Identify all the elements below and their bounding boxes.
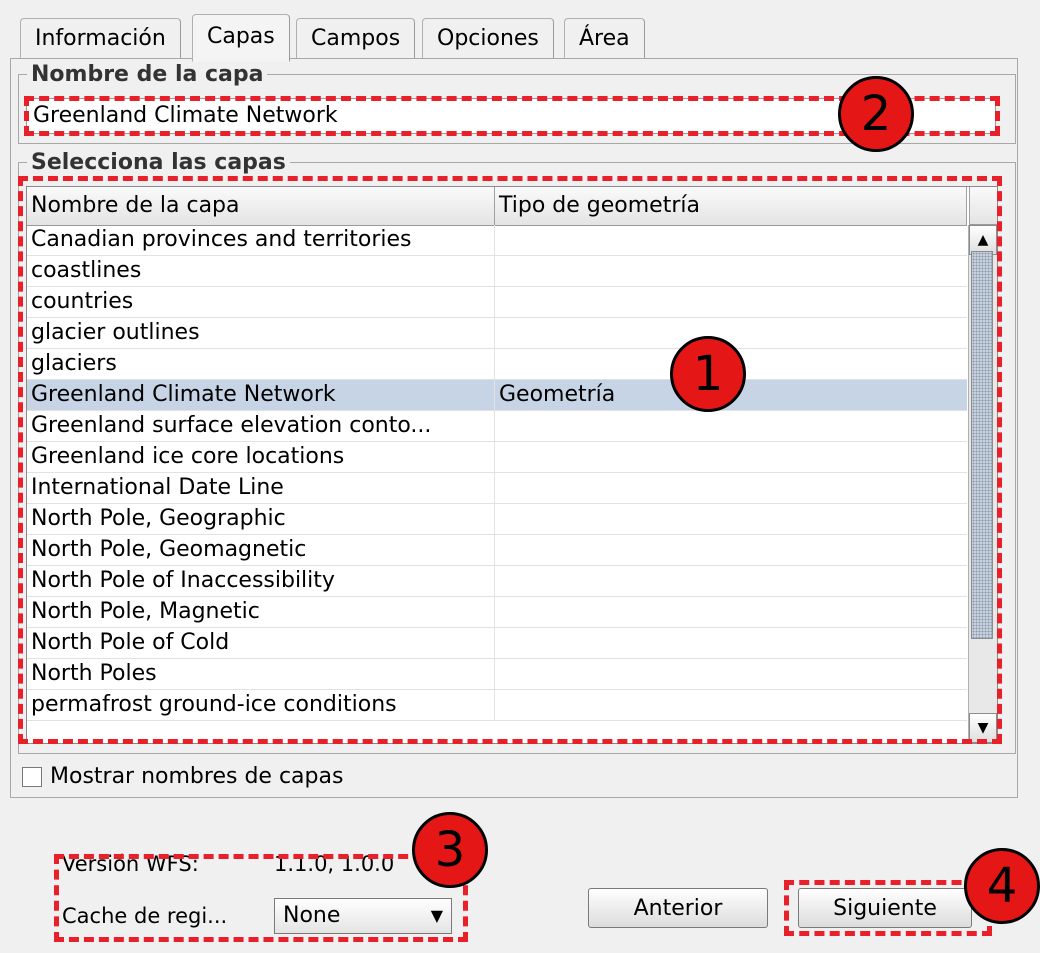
tab-capas[interactable]: Capas	[192, 14, 290, 62]
cell-layer-name: coastlines	[27, 256, 495, 286]
cell-layer-name: North Pole, Geographic	[27, 504, 495, 534]
cell-geometry-type	[495, 287, 967, 317]
table-row[interactable]: North Pole, Geographic	[27, 504, 967, 535]
table-row[interactable]: Greenland ice core locations	[27, 442, 967, 473]
table-row[interactable]: coastlines	[27, 256, 967, 287]
layers-table: Nombre de la capa Tipo de geometría Cana…	[26, 186, 998, 744]
callout-4: 4	[964, 848, 1040, 924]
wfs-version-value: 1.1.0, 1.0.0	[274, 852, 395, 876]
vertical-scrollbar[interactable]: ▲ ▼	[968, 225, 997, 743]
cell-layer-name: North Pole, Magnetic	[27, 597, 495, 627]
cell-layer-name: permafrost ground-ice conditions	[27, 690, 495, 720]
previous-button[interactable]: Anterior	[588, 888, 768, 928]
table-row[interactable]: permafrost ground-ice conditions	[27, 690, 967, 721]
tab-area[interactable]: Área	[564, 18, 645, 59]
table-row[interactable]: North Poles	[27, 659, 967, 690]
table-header: Nombre de la capa Tipo de geometría	[27, 187, 967, 226]
cell-layer-name: International Date Line	[27, 473, 495, 503]
cache-selected-value: None	[283, 903, 341, 928]
cell-geometry-type	[495, 535, 967, 565]
layer-name-legend: Nombre de la capa	[31, 62, 264, 87]
cell-layer-name: North Pole, Geomagnetic	[27, 535, 495, 565]
cell-layer-name: Greenland ice core locations	[27, 442, 495, 472]
column-header-layer-name[interactable]: Nombre de la capa	[27, 187, 495, 225]
cell-geometry-type	[495, 597, 967, 627]
cell-layer-name: Greenland Climate Network	[27, 380, 495, 410]
cell-geometry-type	[495, 690, 967, 720]
table-row[interactable]: North Pole of Cold	[27, 628, 967, 659]
cell-geometry-type	[495, 442, 967, 472]
cell-geometry-type	[495, 566, 967, 596]
cell-layer-name: North Poles	[27, 659, 495, 689]
cell-geometry-type	[495, 225, 967, 255]
cell-geometry-type	[495, 628, 967, 658]
show-layer-names-checkbox[interactable]	[22, 767, 42, 787]
table-row[interactable]: Greenland surface elevation conto...	[27, 411, 967, 442]
table-row[interactable]: North Pole, Magnetic	[27, 597, 967, 628]
cell-geometry-type	[495, 473, 967, 503]
column-header-geometry-type[interactable]: Tipo de geometría	[495, 187, 967, 225]
callout-1: 1	[670, 336, 746, 412]
show-layer-names-row[interactable]: Mostrar nombres de capas	[22, 762, 343, 792]
show-layer-names-label: Mostrar nombres de capas	[50, 764, 344, 789]
table-row[interactable]: North Pole of Inaccessibility	[27, 566, 967, 597]
cell-layer-name: Canadian provinces and territories	[27, 225, 495, 255]
tab-campos[interactable]: Campos	[296, 18, 416, 59]
wfs-version-label: Versión WFS:	[62, 852, 199, 876]
cache-label: Cache de regi...	[62, 904, 228, 928]
tab-bar: Información Capas Campos Opciones Área	[10, 14, 1020, 62]
cell-layer-name: North Pole of Inaccessibility	[27, 566, 495, 596]
tab-informacion[interactable]: Información	[20, 18, 181, 59]
cache-select[interactable]: None ▼	[274, 898, 452, 934]
table-header-corner	[969, 187, 997, 225]
cell-geometry-type	[495, 659, 967, 689]
cell-geometry-type	[495, 256, 967, 286]
callout-3: 3	[412, 812, 488, 888]
cell-layer-name: glaciers	[27, 349, 495, 379]
table-row[interactable]: glacier outlines	[27, 318, 967, 349]
table-row[interactable]: Canadian provinces and territories	[27, 225, 967, 256]
table-row[interactable]: glaciers	[27, 349, 967, 380]
table-row[interactable]: Greenland Climate Network Geometría	[27, 380, 967, 411]
tab-opciones[interactable]: Opciones	[422, 18, 554, 59]
chevron-down-icon: ▼	[430, 906, 443, 925]
cell-layer-name: countries	[27, 287, 495, 317]
scroll-thumb[interactable]	[971, 251, 993, 639]
cell-geometry-type	[495, 411, 967, 441]
scroll-down-icon[interactable]: ▼	[969, 713, 997, 743]
next-button[interactable]: Siguiente	[798, 888, 972, 928]
table-row[interactable]: North Pole, Geomagnetic	[27, 535, 967, 566]
select-layers-legend: Selecciona las capas	[31, 150, 286, 175]
cell-layer-name: glacier outlines	[27, 318, 495, 348]
table-row[interactable]: countries	[27, 287, 967, 318]
cell-layer-name: Greenland surface elevation conto...	[27, 411, 495, 441]
cell-geometry-type	[495, 504, 967, 534]
table-row[interactable]: International Date Line	[27, 473, 967, 504]
cell-layer-name: North Pole of Cold	[27, 628, 495, 658]
callout-2: 2	[838, 76, 914, 152]
table-body: Canadian provinces and territories coastl…	[27, 225, 967, 721]
